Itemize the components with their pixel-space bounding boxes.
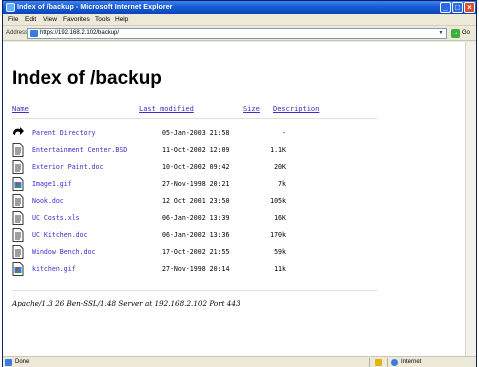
text-file-icon — [12, 211, 24, 225]
file-link[interactable]: Window Bench.doc — [32, 248, 96, 256]
file-date: 12 Oct 2001 23:50 — [162, 197, 230, 205]
maximize-button[interactable]: □ — [452, 2, 463, 13]
file-date: 17-Oct-2002 21:55 — [162, 248, 230, 256]
menu-tools[interactable]: Tools — [95, 14, 110, 26]
text-file-icon — [12, 160, 24, 174]
list-item: UC Costs.xls 06-Jan-2002 13:39 16K — [12, 211, 382, 227]
column-size-link[interactable]: Size — [243, 105, 260, 113]
file-size: 20K — [274, 163, 286, 171]
file-size: 105k — [270, 197, 286, 205]
title-bar[interactable]: Index of /backup - Microsoft Internet Ex… — [3, 1, 476, 14]
address-dropdown-icon[interactable]: ▼ — [437, 30, 445, 37]
window-title: Index of /backup - Microsoft Internet Ex… — [17, 4, 173, 11]
file-link[interactable]: UC Costs.xls — [32, 214, 80, 222]
file-link[interactable]: Image1.gif — [32, 180, 72, 188]
security-zone-text: Internet — [401, 359, 422, 365]
file-date: 27-Nov-1998 20:14 — [162, 265, 230, 273]
footer-divider — [12, 290, 377, 291]
address-label: Address — [6, 30, 29, 36]
back-arrow-icon — [13, 127, 24, 135]
status-separator — [387, 358, 388, 367]
file-size: 11k — [274, 265, 286, 273]
list-item: Window Bench.doc 17-Oct-2002 21:55 59k — [12, 245, 382, 261]
menu-file[interactable]: File — [8, 14, 18, 26]
server-signature: Apache/1.3 26 Ben-SSL/1.48 Server at 192… — [12, 299, 241, 308]
list-item: Parent Directory 05-Jan-2003 21:58 - — [12, 126, 382, 142]
close-button[interactable]: × — [464, 2, 475, 13]
browser-window: Index of /backup - Microsoft Internet Ex… — [2, 0, 477, 367]
file-link[interactable]: Exterior Paint.doc — [32, 163, 103, 171]
menu-bar: File Edit View Favorites Tools Help — [3, 14, 476, 26]
status-text: Done — [15, 359, 30, 365]
file-date: 11-Oct-2002 12:09 — [162, 146, 230, 154]
file-size: 7k — [278, 180, 286, 188]
globe-icon — [391, 359, 398, 366]
address-bar: Address ▼ → Go — [3, 26, 476, 41]
file-link[interactable]: Entertainment Center.BSD — [32, 146, 127, 154]
internet-explorer-icon — [6, 3, 15, 12]
menu-view[interactable]: View — [43, 14, 57, 26]
page-done-icon — [5, 359, 12, 366]
file-link[interactable]: kitchen.gif — [32, 265, 76, 273]
page-icon — [30, 30, 38, 37]
column-last-modified-link[interactable]: Last modified — [139, 105, 194, 113]
file-date: 10-Oct-2002 09:42 — [162, 163, 230, 171]
menu-favorites[interactable]: Favorites — [63, 14, 90, 26]
text-file-icon — [12, 245, 24, 259]
file-date: 27-Nov-1998 20:21 — [162, 180, 230, 188]
file-date: 06-Jan-2002 13:39 — [162, 214, 230, 222]
column-name-link[interactable]: Name — [12, 105, 29, 113]
go-arrow-icon: → — [451, 29, 460, 38]
address-box: ▼ — [27, 28, 447, 39]
file-size: - — [282, 129, 286, 137]
page-content: Index of /backup Name Last modified Size… — [3, 42, 476, 356]
status-bar: Done Internet — [3, 356, 476, 367]
menu-help[interactable]: Help — [115, 14, 128, 26]
file-date: 05-Jan-2003 21:58 — [162, 129, 230, 137]
list-item: Entertainment Center.BSD 11-Oct-2002 12:… — [12, 143, 382, 159]
minimize-button[interactable]: _ — [440, 2, 451, 13]
file-link[interactable]: UC Kitchen.doc — [32, 231, 88, 239]
page-title: Index of /backup — [12, 68, 162, 89]
file-link[interactable]: Parent Directory — [32, 129, 96, 137]
file-date: 06-Jan-2002 13:36 — [162, 231, 230, 239]
go-label: Go — [462, 30, 471, 36]
list-item: UC Kitchen.doc 06-Jan-2002 13:36 170k — [12, 228, 382, 244]
list-item: Exterior Paint.doc 10-Oct-2002 09:42 20K — [12, 160, 382, 176]
menu-edit[interactable]: Edit — [25, 14, 36, 26]
file-link[interactable]: Nook.doc — [32, 197, 64, 205]
text-file-icon — [12, 228, 24, 242]
list-item: Nook.doc 12 Oct 2001 23:50 105k — [12, 194, 382, 210]
list-item: Image1.gif 27-Nov-1998 20:21 7k — [12, 177, 382, 193]
image-file-icon — [12, 177, 24, 191]
address-input[interactable] — [40, 29, 435, 38]
header-divider — [12, 118, 377, 119]
file-size: 59k — [274, 248, 286, 256]
lock-icon[interactable] — [375, 359, 382, 366]
list-item: kitchen.gif 27-Nov-1998 20:14 11k — [12, 262, 382, 278]
go-button[interactable]: → Go — [451, 28, 475, 39]
image-file-icon — [12, 262, 24, 276]
file-size: 1.1K — [270, 146, 286, 154]
vertical-scrollbar[interactable] — [465, 42, 476, 356]
file-size: 170k — [270, 231, 286, 239]
text-file-icon — [12, 143, 24, 157]
file-size: 16K — [274, 214, 286, 222]
status-separator — [369, 358, 370, 367]
column-description-link[interactable]: Description — [273, 105, 319, 113]
text-file-icon — [12, 194, 24, 208]
